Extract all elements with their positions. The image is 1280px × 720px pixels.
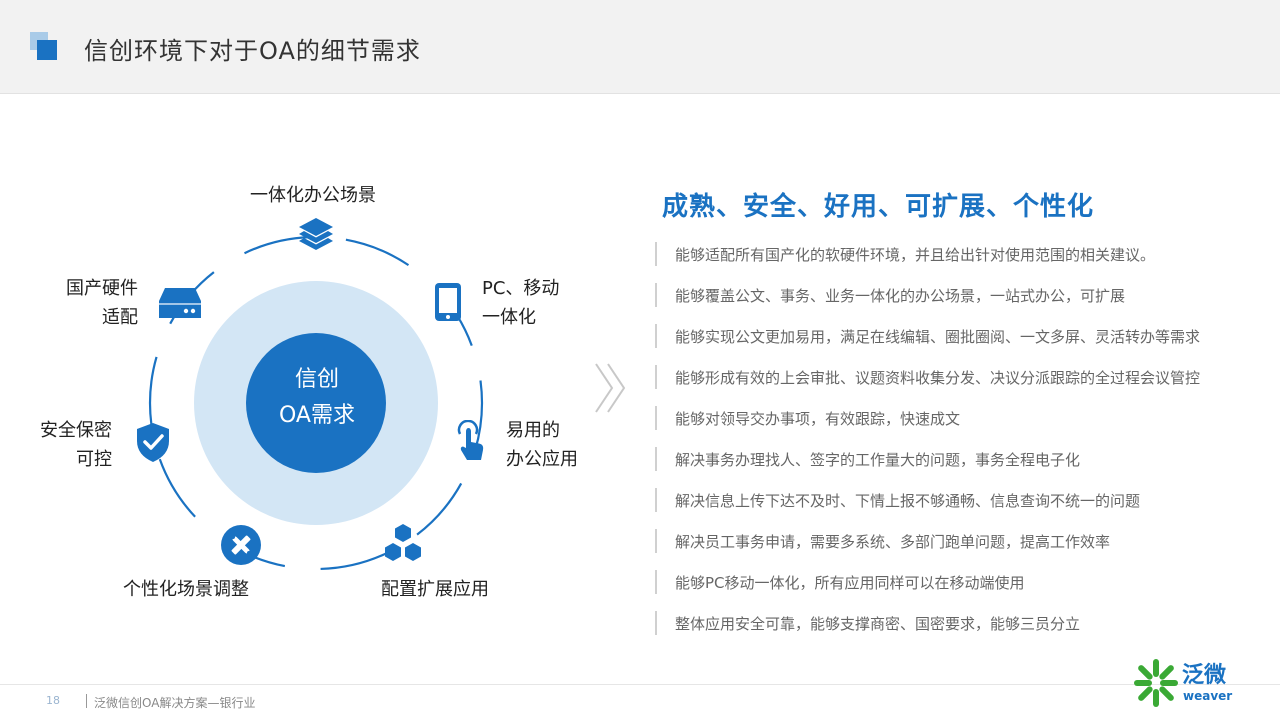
page-title: 信创环境下对于OA的细节需求 <box>84 37 421 65</box>
header-bar: 信创环境下对于OA的细节需求 <box>0 0 1280 94</box>
node-label-security: 安全保密 可控 <box>40 420 112 470</box>
requirements-title: 成熟、安全、好用、可扩展、个性化 <box>662 192 1095 222</box>
footer-divider <box>0 684 1280 685</box>
shield-check-icon <box>134 420 172 464</box>
requirements-list: 能够适配所有国产化的软硬件环境，并且给出针对使用范围的相关建议。 能够覆盖公文、… <box>655 236 1255 646</box>
list-item: 能够适配所有国产化的软硬件环境，并且给出针对使用范围的相关建议。 <box>655 236 1255 277</box>
tools-icon <box>220 524 262 566</box>
center-label-line1: 信创 <box>294 367 339 392</box>
center-label: 信创 OA需求 <box>247 362 387 434</box>
logo-text-cn: 泛微 <box>1182 663 1227 688</box>
list-item: 能够实现公文更加易用，满足在线编辑、圈批圈阅、一文多屏、灵活转办等需求 <box>655 318 1255 359</box>
weaver-logo: 泛微 weaver <box>1132 655 1242 711</box>
list-item: 解决信息上传下达不及时、下情上报不够通畅、信息查询不统一的问题 <box>655 482 1255 523</box>
title-decor-square-front <box>37 40 57 60</box>
node-label-integrated-office: 一体化办公场景 <box>250 185 376 206</box>
tablet-icon <box>432 280 464 324</box>
footer-separator <box>86 694 87 708</box>
layers-icon <box>294 214 338 254</box>
footer-caption: 泛微信创OA解决方案—银行业 <box>94 696 256 710</box>
list-item: 能够PC移动一体化，所有应用同样可以在移动端使用 <box>655 564 1255 605</box>
list-item: 能够对领导交办事项，有效跟踪，快速成文 <box>655 400 1255 441</box>
center-label-line2: OA需求 <box>279 403 355 428</box>
hard-drive-icon <box>156 284 204 322</box>
node-label-domestic-hardware: 国产硬件 适配 <box>66 278 138 328</box>
hexagons-icon <box>382 522 424 564</box>
list-item: 能够形成有效的上会审批、议题资料收集分发、决议分派跟踪的全过程会议管控 <box>655 359 1255 400</box>
pointer-icon <box>454 420 490 464</box>
page-number: 18 <box>46 694 60 707</box>
node-label-config-extend: 配置扩展应用 <box>381 579 489 600</box>
list-item: 能够覆盖公文、事务、业务一体化的办公场景，一站式办公，可扩展 <box>655 277 1255 318</box>
weaver-logo-mark-icon <box>1134 659 1178 707</box>
list-item: 整体应用安全可靠，能够支撑商密、国密要求，能够三员分立 <box>655 605 1255 646</box>
node-label-pc-mobile: PC、移动 一体化 <box>482 278 560 328</box>
list-item: 解决员工事务申请，需要多系统、多部门跑单问题，提高工作效率 <box>655 523 1255 564</box>
list-item: 解决事务办理找人、签字的工作量大的问题，事务全程电子化 <box>655 441 1255 482</box>
logo-text-en: weaver <box>1183 689 1233 703</box>
node-label-easy-apps: 易用的 办公应用 <box>506 420 578 470</box>
node-label-personalized-scenes: 个性化场景调整 <box>123 579 249 600</box>
double-chevron-right-icon <box>595 363 626 413</box>
